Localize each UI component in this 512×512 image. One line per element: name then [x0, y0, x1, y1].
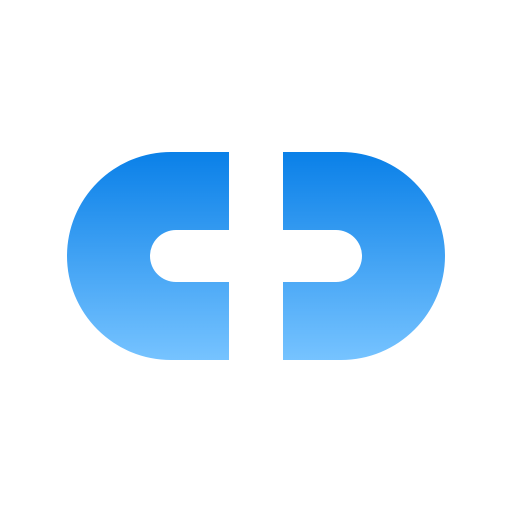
- link-logo-icon: [67, 152, 445, 360]
- app-icon-canvas: [0, 0, 512, 512]
- left-link-half: [67, 152, 229, 360]
- right-link-half: [283, 152, 445, 360]
